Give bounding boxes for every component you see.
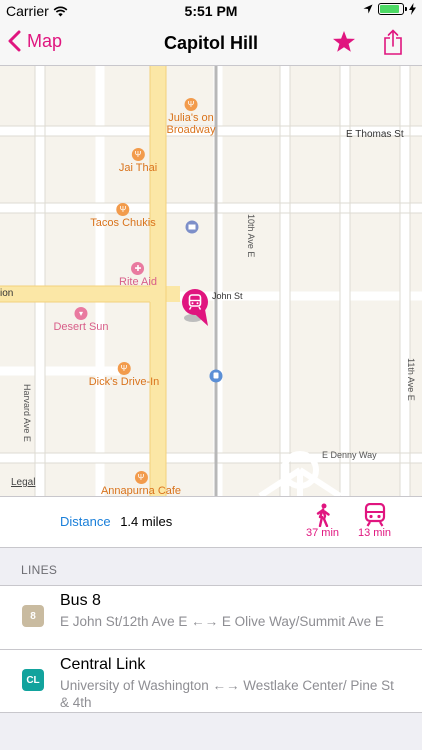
charging-bolt-icon	[409, 3, 416, 15]
line-description: E John St/12th Ave E ←→ E Olive Way/Summ…	[60, 614, 384, 629]
poi-desert-sun[interactable]: ▾ Desert Sun	[53, 307, 109, 333]
map-view[interactable]: Ψ Julia's on Broadway Ψ Jai Thai Ψ Tacos…	[0, 66, 422, 496]
battery-icon	[378, 3, 407, 15]
walk-time-button[interactable]: 37 min	[306, 503, 339, 539]
line-badge: 8	[22, 605, 44, 627]
transit-time: 13 min	[358, 527, 392, 539]
lines-list: 8 Bus 8 E John St/12th Ave E ←→ E Olive …	[0, 585, 422, 713]
street-label-e-thomas: E Thomas St	[346, 129, 404, 140]
street-label-10th-ave: 10th Ave E	[246, 214, 256, 258]
share-button[interactable]	[384, 29, 402, 60]
line-description: University of Washington ←→ Westlake Cen…	[60, 678, 394, 710]
poi-jai-thai[interactable]: Ψ Jai Thai	[119, 148, 157, 174]
street-label-john: John St	[212, 291, 243, 301]
post-office-icon[interactable]	[185, 220, 199, 234]
share-icon	[384, 29, 402, 55]
distance-label: Distance	[60, 514, 111, 529]
walking-icon	[316, 503, 330, 527]
restaurant-icon: Ψ	[116, 203, 130, 216]
distance-info: Distance 1.4 miles	[60, 514, 172, 529]
star-icon	[333, 31, 355, 52]
train-icon	[364, 503, 385, 527]
transit-stop-icon[interactable]	[209, 369, 223, 383]
line-badge: CL	[22, 669, 44, 691]
poi-annapurna-cafe[interactable]: Ψ Annapurna Cafe	[101, 471, 181, 496]
map-legal-link[interactable]: Legal	[11, 477, 35, 488]
pharmacy-icon: ✚	[131, 262, 145, 275]
page-title: Capitol Hill	[164, 33, 258, 53]
location-arrow-icon	[363, 4, 373, 14]
street-label-harvard-ave: Harvard Ave E	[22, 384, 32, 442]
transit-time-button[interactable]: 13 min	[358, 503, 391, 539]
restaurant-icon: Ψ	[134, 471, 148, 484]
trip-info-row: Distance 1.4 miles 37 min 13 min	[0, 496, 422, 548]
restaurant-icon: Ψ	[184, 98, 198, 111]
poi-label: Rite Aid	[119, 276, 157, 288]
line-name: Bus 8	[60, 592, 101, 609]
line-item-central-link[interactable]: CL Central Link University of Washington…	[0, 649, 422, 712]
status-bar: Carrier 5:51 PM	[0, 0, 422, 22]
poi-dicks-drive-in[interactable]: Ψ Dick's Drive-In	[88, 362, 160, 388]
train-pin-icon	[182, 289, 208, 326]
status-right	[363, 3, 416, 15]
line-item-bus-8[interactable]: 8 Bus 8 E John St/12th Ave E ←→ E Olive …	[0, 586, 422, 649]
poi-label: Desert Sun	[53, 321, 109, 333]
favorite-button[interactable]	[332, 30, 356, 59]
walk-time: 37 min	[306, 527, 340, 539]
battery-level	[380, 5, 399, 13]
poi-rite-aid[interactable]: ✚ Rite Aid	[119, 262, 157, 288]
restaurant-icon: Ψ	[117, 362, 131, 375]
poi-julias-on-broadway[interactable]: Ψ Julia's on Broadway	[166, 98, 216, 136]
navigation-bar: Map Capitol Hill	[0, 22, 422, 66]
line-name: Central Link	[60, 656, 146, 673]
poi-label: Julia's on Broadway	[166, 112, 216, 136]
status-time: 5:51 PM	[184, 3, 238, 19]
lines-section-header: LINES	[21, 563, 58, 577]
restaurant-icon: Ψ	[131, 148, 145, 161]
street-label-11th-ave: 11th Ave E	[406, 358, 416, 401]
street-label-e-denny: E Denny Way	[322, 450, 377, 460]
poi-label: Jai Thai	[118, 162, 158, 174]
poi-label: Tacos Chukis	[90, 217, 156, 229]
poi-label: Annapurna Cafe	[100, 485, 182, 496]
poi-label: Dick's Drive-In	[88, 376, 160, 388]
street-label-ion: ion	[0, 288, 14, 299]
distance-value: 1.4 miles	[120, 514, 173, 529]
clothing-icon: ▾	[74, 307, 88, 320]
poi-tacos-chukis[interactable]: Ψ Tacos Chukis	[90, 203, 156, 229]
